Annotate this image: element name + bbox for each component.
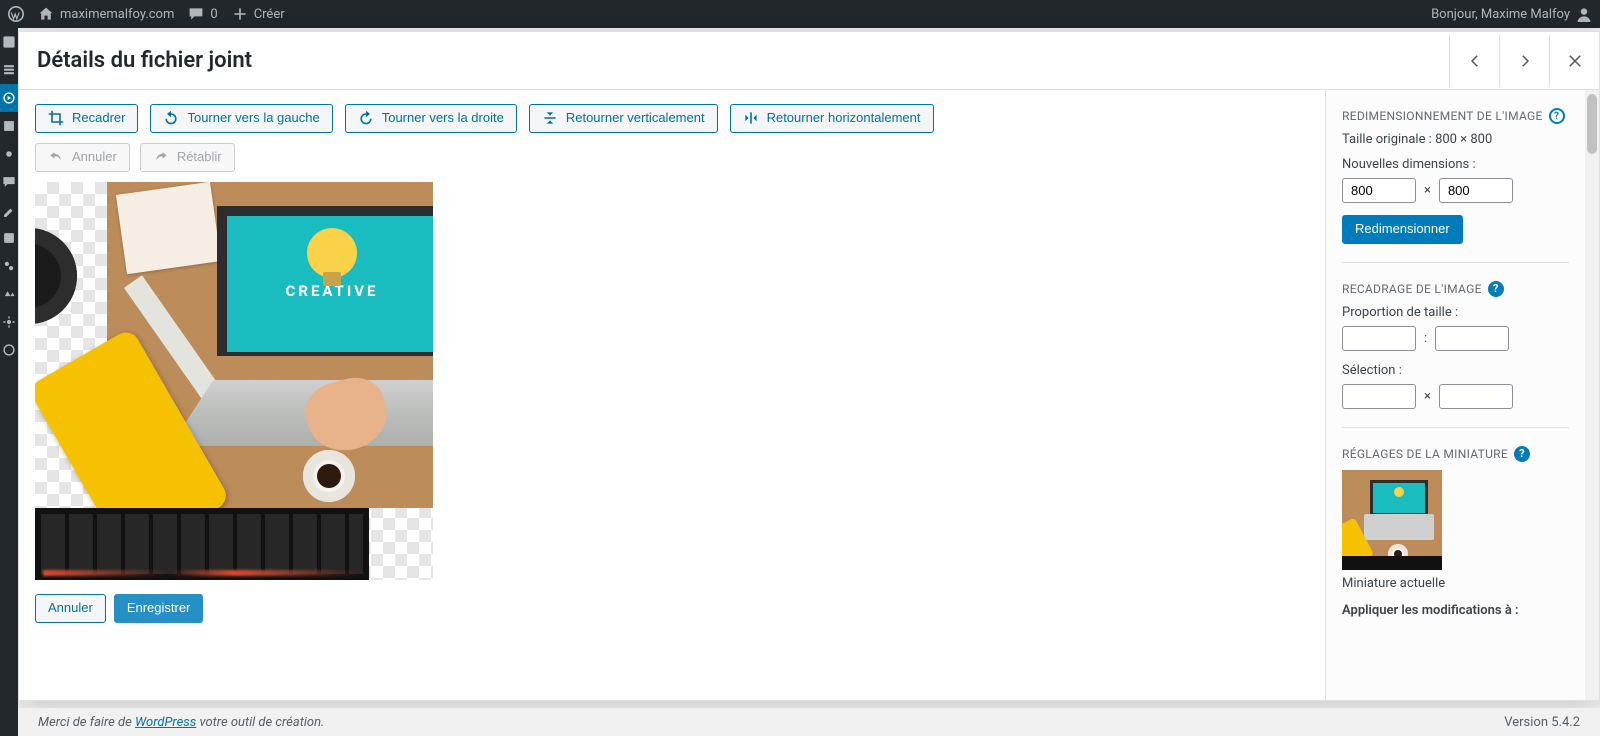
- help-icon[interactable]: ?: [1514, 446, 1530, 462]
- new-dims-label: Nouvelles dimensions :: [1342, 157, 1569, 172]
- menu-item[interactable]: [0, 252, 18, 280]
- menu-item[interactable]: [0, 196, 18, 224]
- menu-item[interactable]: [0, 28, 18, 56]
- rotate-right-button[interactable]: Tourner vers la droite: [345, 104, 517, 133]
- selection-width-input[interactable]: [1342, 384, 1416, 409]
- ratio-separator: :: [1424, 331, 1427, 346]
- rotate-right-label: Tourner vers la droite: [382, 110, 504, 127]
- menu-item[interactable]: [0, 336, 18, 364]
- footer-credit: Merci de faire de WordPress votre outil …: [38, 715, 324, 730]
- redo-label: Rétablir: [177, 149, 222, 166]
- rotate-left-button[interactable]: Tourner vers la gauche: [150, 104, 332, 133]
- aspect-label: Proportion de taille :: [1342, 305, 1569, 320]
- menu-item[interactable]: [0, 168, 18, 196]
- new-label: Créer: [254, 7, 285, 22]
- prev-attachment-button[interactable]: [1449, 35, 1499, 87]
- apply-to-label: Appliquer les modifications à :: [1342, 603, 1569, 618]
- menu-item[interactable]: [0, 112, 18, 140]
- admin-bar: maximemalfoy.com 0 Créer Bonjour, Maxime…: [0, 0, 1600, 28]
- close-modal-button[interactable]: [1549, 35, 1599, 87]
- selection-height-input[interactable]: [1439, 384, 1513, 409]
- selection-label: Sélection :: [1342, 363, 1569, 378]
- aspect-height-input[interactable]: [1435, 326, 1509, 351]
- undo-label: Annuler: [72, 149, 117, 166]
- wp-logo[interactable]: [8, 6, 24, 22]
- flip-horizontal-button[interactable]: Retourner horizontalement: [730, 104, 934, 133]
- menu-item[interactable]: [0, 224, 18, 252]
- help-icon[interactable]: ?: [1488, 281, 1504, 297]
- modal-title: Détails du fichier joint: [19, 32, 1449, 89]
- undo-icon: [48, 149, 64, 165]
- sidebar-scrollbar[interactable]: [1585, 90, 1599, 700]
- flip-v-label: Retourner verticalement: [566, 110, 705, 127]
- scale-height-input[interactable]: [1439, 178, 1513, 203]
- current-thumbnail: [1342, 470, 1442, 570]
- crop-button[interactable]: Recadrer: [35, 104, 138, 133]
- avatar-icon: [1576, 6, 1592, 22]
- comments-link[interactable]: 0: [188, 6, 217, 22]
- crop-label: Recadrer: [72, 110, 125, 127]
- aspect-width-input[interactable]: [1342, 326, 1416, 351]
- new-content[interactable]: Créer: [232, 6, 285, 22]
- modal-header: Détails du fichier joint: [19, 32, 1599, 90]
- attachment-details-modal: Détails du fichier joint Recadrer Tourne…: [18, 31, 1600, 701]
- user-greeting[interactable]: Bonjour, Maxime Malfoy: [1431, 6, 1592, 22]
- rotate-left-label: Tourner vers la gauche: [187, 110, 319, 127]
- rotate-right-icon: [358, 110, 374, 126]
- crop-icon: [48, 110, 64, 126]
- flip-horizontal-icon: [743, 110, 759, 126]
- flip-vertical-button[interactable]: Retourner verticalement: [529, 104, 718, 133]
- admin-footer: Merci de faire de WordPress votre outil …: [18, 708, 1600, 736]
- menu-item-media[interactable]: [0, 84, 18, 112]
- rotate-left-icon: [163, 110, 179, 126]
- site-name: maximemalfoy.com: [60, 7, 174, 22]
- next-attachment-button[interactable]: [1499, 35, 1549, 87]
- redo-icon: [153, 149, 169, 165]
- cancel-button[interactable]: Annuler: [35, 594, 106, 623]
- flip-vertical-icon: [542, 110, 558, 126]
- menu-item[interactable]: [0, 140, 18, 168]
- chevron-left-icon: [1466, 52, 1484, 70]
- image-editor-main: Recadrer Tourner vers la gauche Tourner …: [19, 90, 1325, 700]
- scale-button[interactable]: Redimensionner: [1342, 215, 1463, 244]
- admin-menu-collapsed: [0, 28, 18, 736]
- thumb-caption: Miniature actuelle: [1342, 576, 1569, 591]
- attachment-image: CREATIVE: [35, 182, 433, 580]
- menu-item[interactable]: [0, 56, 18, 84]
- original-size: Taille originale : 800 × 800: [1342, 132, 1569, 147]
- wordpress-link[interactable]: WordPress: [135, 715, 196, 730]
- image-editor-sidebar: REDIMENSIONNEMENT DE L'IMAGE ? Taille or…: [1325, 90, 1599, 700]
- crop-heading: RECADRAGE DE L'IMAGE ?: [1342, 281, 1569, 297]
- close-icon: [1566, 52, 1584, 70]
- undo-button: Annuler: [35, 143, 130, 172]
- thumb-heading: RÉGLAGES DE LA MINIATURE ?: [1342, 446, 1569, 462]
- menu-item[interactable]: [0, 308, 18, 336]
- flip-h-label: Retourner horizontalement: [767, 110, 921, 127]
- comments-count: 0: [210, 7, 217, 22]
- dimension-separator: ×: [1424, 389, 1431, 404]
- help-icon[interactable]: ?: [1549, 108, 1565, 124]
- redo-button: Rétablir: [140, 143, 235, 172]
- site-link[interactable]: maximemalfoy.com: [38, 6, 174, 22]
- chevron-right-icon: [1516, 52, 1534, 70]
- scale-heading: REDIMENSIONNEMENT DE L'IMAGE ?: [1342, 108, 1569, 124]
- save-button[interactable]: Enregistrer: [114, 594, 204, 623]
- image-canvas[interactable]: CREATIVE: [35, 182, 433, 580]
- menu-item[interactable]: [0, 280, 18, 308]
- scale-width-input[interactable]: [1342, 178, 1416, 203]
- wp-version: Version 5.4.2: [1504, 715, 1580, 730]
- dimension-separator: ×: [1424, 183, 1431, 198]
